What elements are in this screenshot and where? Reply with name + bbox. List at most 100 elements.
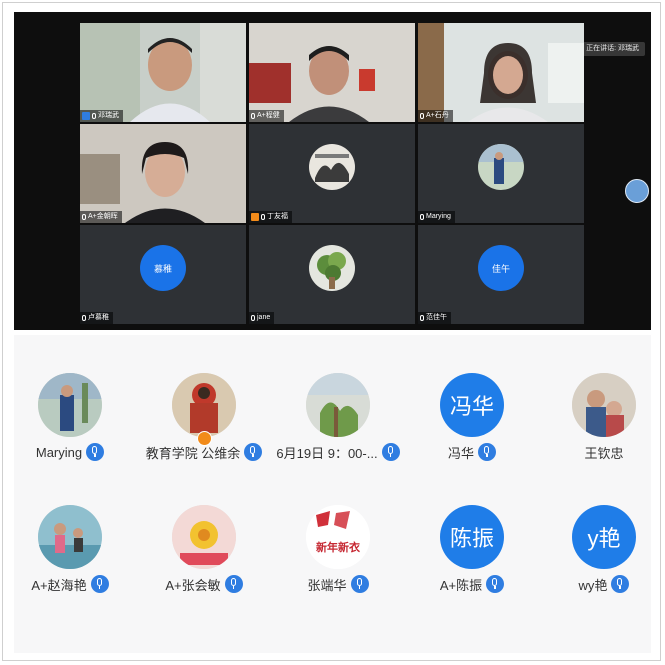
avatar: y艳: [572, 505, 636, 569]
mic-icon[interactable]: [381, 443, 400, 461]
mic-icon[interactable]: [350, 575, 369, 593]
participant-item[interactable]: A+赵海艳: [5, 505, 135, 605]
mic-icon: [261, 214, 265, 220]
participant-photo: [309, 245, 355, 291]
video-tile-2[interactable]: A+程健: [249, 23, 415, 122]
mic-icon[interactable]: [224, 575, 243, 593]
participant-item[interactable]: 6月19日 9：00-...: [273, 373, 403, 473]
video-tile-4[interactable]: A+金朝晖: [80, 124, 246, 223]
tile-nametag: A+金朝晖: [80, 211, 122, 223]
participant-name-row: A+赵海艳: [5, 574, 135, 594]
participant-name: 张端华: [307, 577, 347, 593]
participants-panel: Marying 教育学院 公维余 6月19日 9：00-... 冯华 冯华 王钦…: [14, 335, 651, 653]
participant-item[interactable]: 教育学院 公维余: [139, 373, 269, 473]
avatar: [306, 373, 370, 437]
participant-name-row: 6月19日 9：00-...: [273, 442, 403, 462]
mic-icon[interactable]: [611, 575, 630, 593]
mic-icon: [92, 113, 96, 119]
participant-name-row: A+张会敏: [139, 574, 269, 594]
camera-feed: [249, 23, 415, 122]
participant-item[interactable]: 王钦忠: [539, 373, 665, 473]
participant-photo: [478, 144, 524, 190]
video-tile-9[interactable]: 佳午 范佳午: [418, 225, 584, 324]
tile-name: A+金朝晖: [88, 213, 118, 220]
camera-feed: [80, 23, 246, 122]
mic-icon[interactable]: [90, 575, 109, 593]
mic-icon: [251, 315, 255, 321]
avatar-caption: 新年新衣: [316, 542, 360, 554]
mic-icon[interactable]: [478, 443, 496, 461]
participant-name: 6月19日 9：00-...: [276, 445, 378, 461]
video-tile-8[interactable]: jane: [249, 225, 415, 324]
video-tile-6[interactable]: Marying: [418, 124, 584, 223]
tile-name: A+石丹: [426, 112, 449, 119]
host-icon: [82, 112, 90, 120]
tile-name: 范佳午: [426, 314, 447, 321]
tile-nametag: A+程健: [249, 110, 284, 122]
participant-name: A+陈振: [439, 577, 483, 593]
participant-name-row: Marying: [5, 442, 135, 462]
active-speaker-label: 正在讲话: 邓瑞武: [580, 42, 645, 56]
mic-icon[interactable]: [486, 575, 505, 593]
participant-name: A+赵海艳: [31, 577, 87, 593]
video-tile-3[interactable]: A+石丹: [418, 23, 584, 122]
participant-item[interactable]: A+张会敏: [139, 505, 269, 605]
tile-nametag: Marying: [418, 211, 455, 223]
tile-nametag: 丁友福: [249, 211, 292, 223]
avatar: [172, 373, 236, 437]
avatar: 陈振: [440, 505, 504, 569]
avatar: [172, 505, 236, 569]
participant-name-row: wy艳: [539, 574, 665, 594]
tile-nametag: 邓瑞武: [80, 110, 123, 122]
camera-feed: [418, 23, 584, 122]
user-icon: [251, 213, 259, 221]
tile-name: 卢慕稚: [88, 314, 109, 321]
mic-icon[interactable]: [244, 443, 263, 461]
participant-name: 王钦忠: [584, 445, 624, 461]
mic-icon: [420, 113, 424, 119]
participant-name: 教育学院 公维余: [145, 445, 241, 461]
participant-item[interactable]: 冯华 冯华: [407, 373, 537, 473]
tile-name: jane: [257, 314, 271, 321]
participant-item[interactable]: 陈振 A+陈振: [407, 505, 537, 605]
video-tile-1[interactable]: 邓瑞武: [80, 23, 246, 122]
avatar: 慕稚: [140, 245, 186, 291]
participant-name-row: 王钦忠: [539, 442, 665, 462]
expand-panel-button[interactable]: [625, 179, 649, 203]
camera-feed: [80, 124, 246, 223]
participant-name-row: 教育学院 公维余: [139, 442, 269, 462]
participant-item[interactable]: y艳 wy艳: [539, 505, 665, 605]
tile-name: 丁友福: [267, 213, 288, 220]
participant-name: wy艳: [578, 577, 608, 593]
mic-icon[interactable]: [86, 443, 105, 461]
tile-nametag: A+石丹: [418, 110, 453, 122]
avatar: 佳午: [478, 245, 524, 291]
participant-name-row: 冯华: [407, 442, 537, 462]
tile-name: Marying: [426, 213, 451, 220]
mic-icon: [420, 214, 424, 220]
tile-name: A+程健: [257, 112, 280, 119]
participant-name-row: A+陈振: [407, 574, 537, 594]
participant-name: Marying: [35, 444, 83, 460]
participant-name: 冯华: [447, 445, 474, 461]
avatar: 冯华: [440, 373, 504, 437]
avatar: 新年新衣: [306, 505, 370, 569]
participant-item[interactable]: 新年新衣 张端华: [273, 505, 403, 605]
video-grid: 正在讲话: 邓瑞武 邓瑞武 A+程健 A+石丹 A+金朝晖 丁友福 Maryin…: [14, 12, 651, 330]
tile-nametag: jane: [249, 312, 275, 324]
participant-photo: [309, 144, 355, 190]
avatar: [572, 373, 636, 437]
mic-icon: [82, 315, 86, 321]
video-tile-7[interactable]: 慕稚 卢慕稚: [80, 225, 246, 324]
participant-item[interactable]: Marying: [5, 373, 135, 473]
mic-icon: [420, 315, 424, 321]
tile-nametag: 卢慕稚: [80, 312, 113, 324]
participant-name: A+张会敏: [165, 577, 221, 593]
tile-name: 邓瑞武: [98, 112, 119, 119]
participant-name-row: 张端华: [273, 574, 403, 594]
avatar: [38, 505, 102, 569]
tile-nametag: 范佳午: [418, 312, 451, 324]
video-tile-5[interactable]: 丁友福: [249, 124, 415, 223]
mic-icon: [82, 214, 86, 220]
avatar: [38, 373, 102, 437]
